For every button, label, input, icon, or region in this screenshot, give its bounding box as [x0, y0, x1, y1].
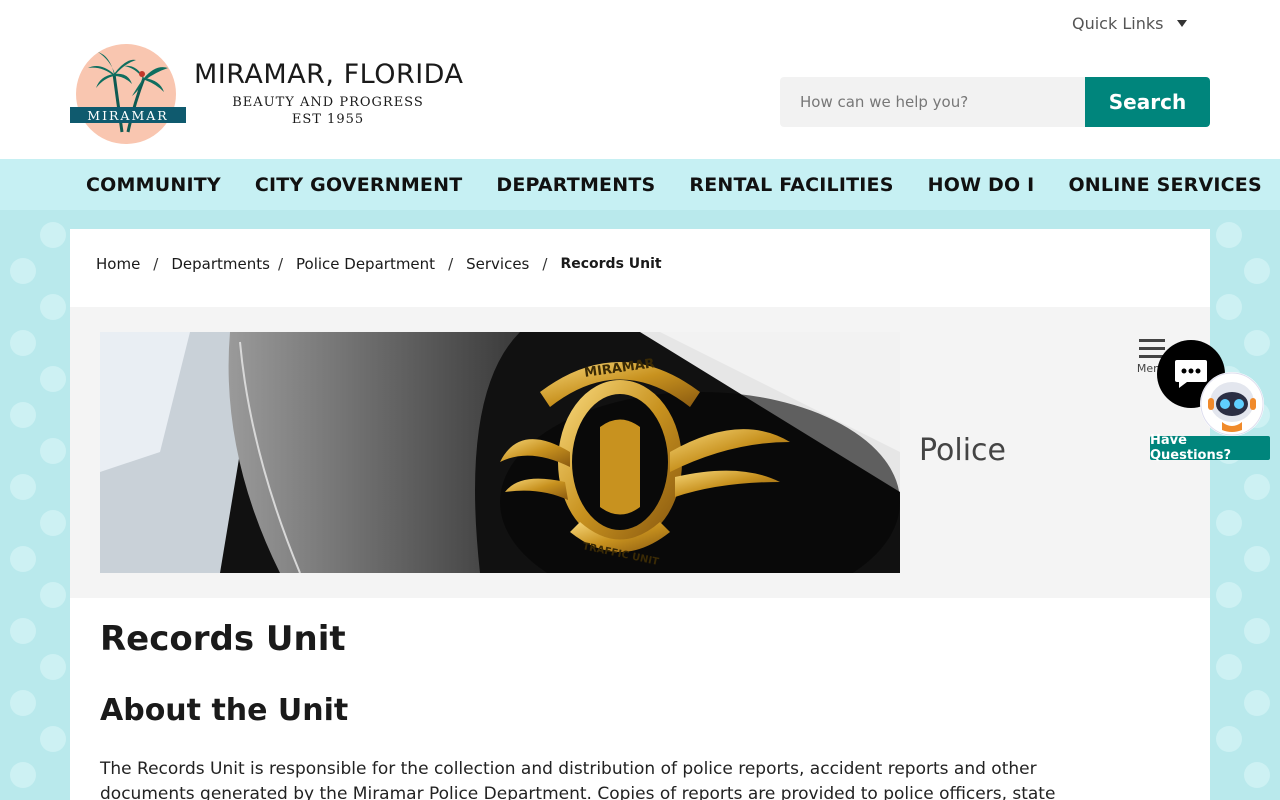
nav-item-community[interactable]: COMMUNITY	[86, 174, 221, 196]
search-input[interactable]	[780, 77, 1085, 127]
nav-item-online-services[interactable]: ONLINE SERVICES	[1068, 174, 1261, 196]
brand-block[interactable]: MIRAMAR, FLORIDA BEAUTY AND PROGRESS EST…	[194, 58, 484, 128]
nav-item-departments[interactable]: DEPARTMENTS	[496, 174, 655, 196]
logo-text: MIRAMAR	[87, 108, 168, 123]
main-nav: COMMUNITY CITY GOVERNMENT DEPARTMENTS RE…	[0, 159, 1280, 210]
search-bar: Search	[780, 77, 1210, 127]
search-button[interactable]: Search	[1085, 77, 1210, 127]
hamburger-icon	[1139, 339, 1165, 342]
quick-links-label: Quick Links	[1072, 13, 1164, 33]
brand-title: MIRAMAR, FLORIDA	[194, 59, 464, 90]
breadcrumb-separator: /	[153, 255, 159, 273]
breadcrumb-separator: /	[277, 255, 284, 273]
nav-item-city-government[interactable]: CITY GOVERNMENT	[255, 174, 463, 196]
miramar-logo[interactable]: MIRAMAR	[70, 44, 186, 144]
page-banner: MIRAMAR TRAFFIC UNIT Police	[70, 307, 1210, 598]
have-questions-button[interactable]: Have Questions?	[1150, 433, 1270, 463]
chat-bubble-icon	[1175, 360, 1207, 388]
breadcrumb-police-department[interactable]: Police Department	[296, 255, 435, 273]
body-paragraph: The Records Unit is responsible for the …	[100, 759, 1056, 800]
nav-item-how-do-i[interactable]: HOW DO I	[928, 174, 1035, 196]
breadcrumb: Home / Departments / Police Department /…	[96, 255, 662, 273]
content-card: Home / Departments / Police Department /…	[70, 229, 1210, 800]
quick-links-dropdown[interactable]: Quick Links	[1072, 12, 1188, 34]
chatbot-avatar-icon[interactable]	[1200, 372, 1264, 436]
brand-established: EST 1955	[291, 112, 365, 127]
breadcrumb-current: Records Unit	[560, 256, 662, 272]
caret-down-icon	[1177, 19, 1188, 27]
breadcrumb-separator: /	[448, 255, 454, 273]
page-title: Records Unit	[100, 619, 346, 659]
brand-tagline: BEAUTY AND PROGRESS	[232, 95, 424, 110]
nav-item-rental-facilities[interactable]: RENTAL FACILITIES	[689, 174, 893, 196]
breadcrumb-home[interactable]: Home	[96, 255, 140, 273]
breadcrumb-separator: /	[542, 255, 548, 273]
site-header: Quick Links MIRAMAR MIRAMAR, FLORIDA BEA…	[0, 0, 1280, 159]
banner-image-motorcycle-badge: MIRAMAR TRAFFIC UNIT	[100, 332, 900, 573]
breadcrumb-services[interactable]: Services	[466, 255, 529, 273]
section-title: About the Unit	[100, 693, 349, 728]
banner-title: Police	[919, 433, 1006, 468]
breadcrumb-departments[interactable]: Departments	[171, 255, 270, 273]
